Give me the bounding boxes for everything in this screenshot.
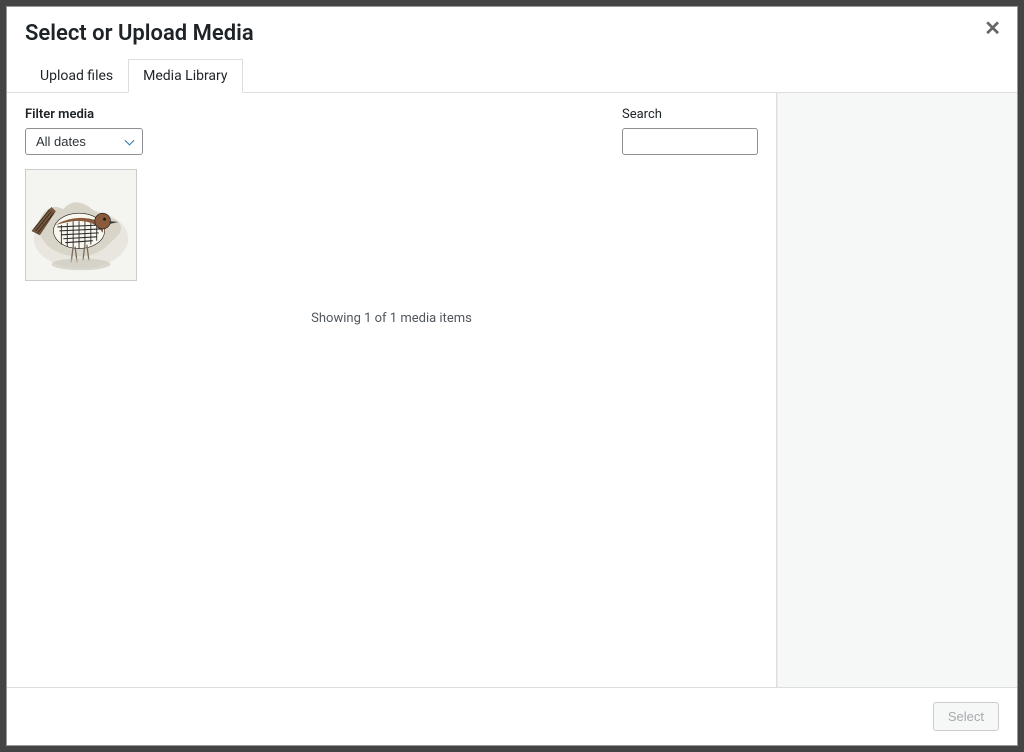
- tab-bar: Upload files Media Library: [7, 58, 1017, 93]
- media-grid: [25, 169, 758, 281]
- modal-title: Select or Upload Media: [25, 21, 999, 46]
- date-filter[interactable]: All dates: [25, 128, 143, 155]
- search-section: Search: [622, 107, 758, 155]
- toolbar: Filter media All dates Search: [25, 107, 758, 155]
- media-item[interactable]: [25, 169, 137, 281]
- content-row: Filter media All dates Search: [7, 93, 1017, 687]
- search-input[interactable]: [622, 128, 758, 155]
- modal-header: Select or Upload Media ✕: [7, 7, 1017, 54]
- bird-thumbnail-icon: [26, 170, 136, 280]
- status-text: Showing 1 of 1 media items: [25, 311, 758, 326]
- tab-upload-files[interactable]: Upload files: [25, 59, 128, 93]
- filter-label: Filter media: [25, 107, 143, 122]
- filter-section: Filter media All dates: [25, 107, 143, 155]
- modal-footer: Select: [7, 687, 1017, 745]
- search-label: Search: [622, 107, 758, 122]
- select-button[interactable]: Select: [933, 702, 999, 731]
- media-modal: Select or Upload Media ✕ Upload files Me…: [6, 6, 1018, 746]
- main-area: Filter media All dates Search: [7, 93, 777, 687]
- tab-media-library[interactable]: Media Library: [128, 59, 242, 93]
- close-icon[interactable]: ✕: [984, 19, 1001, 39]
- date-filter-select[interactable]: All dates: [25, 128, 143, 155]
- details-sidebar: [777, 93, 1017, 687]
